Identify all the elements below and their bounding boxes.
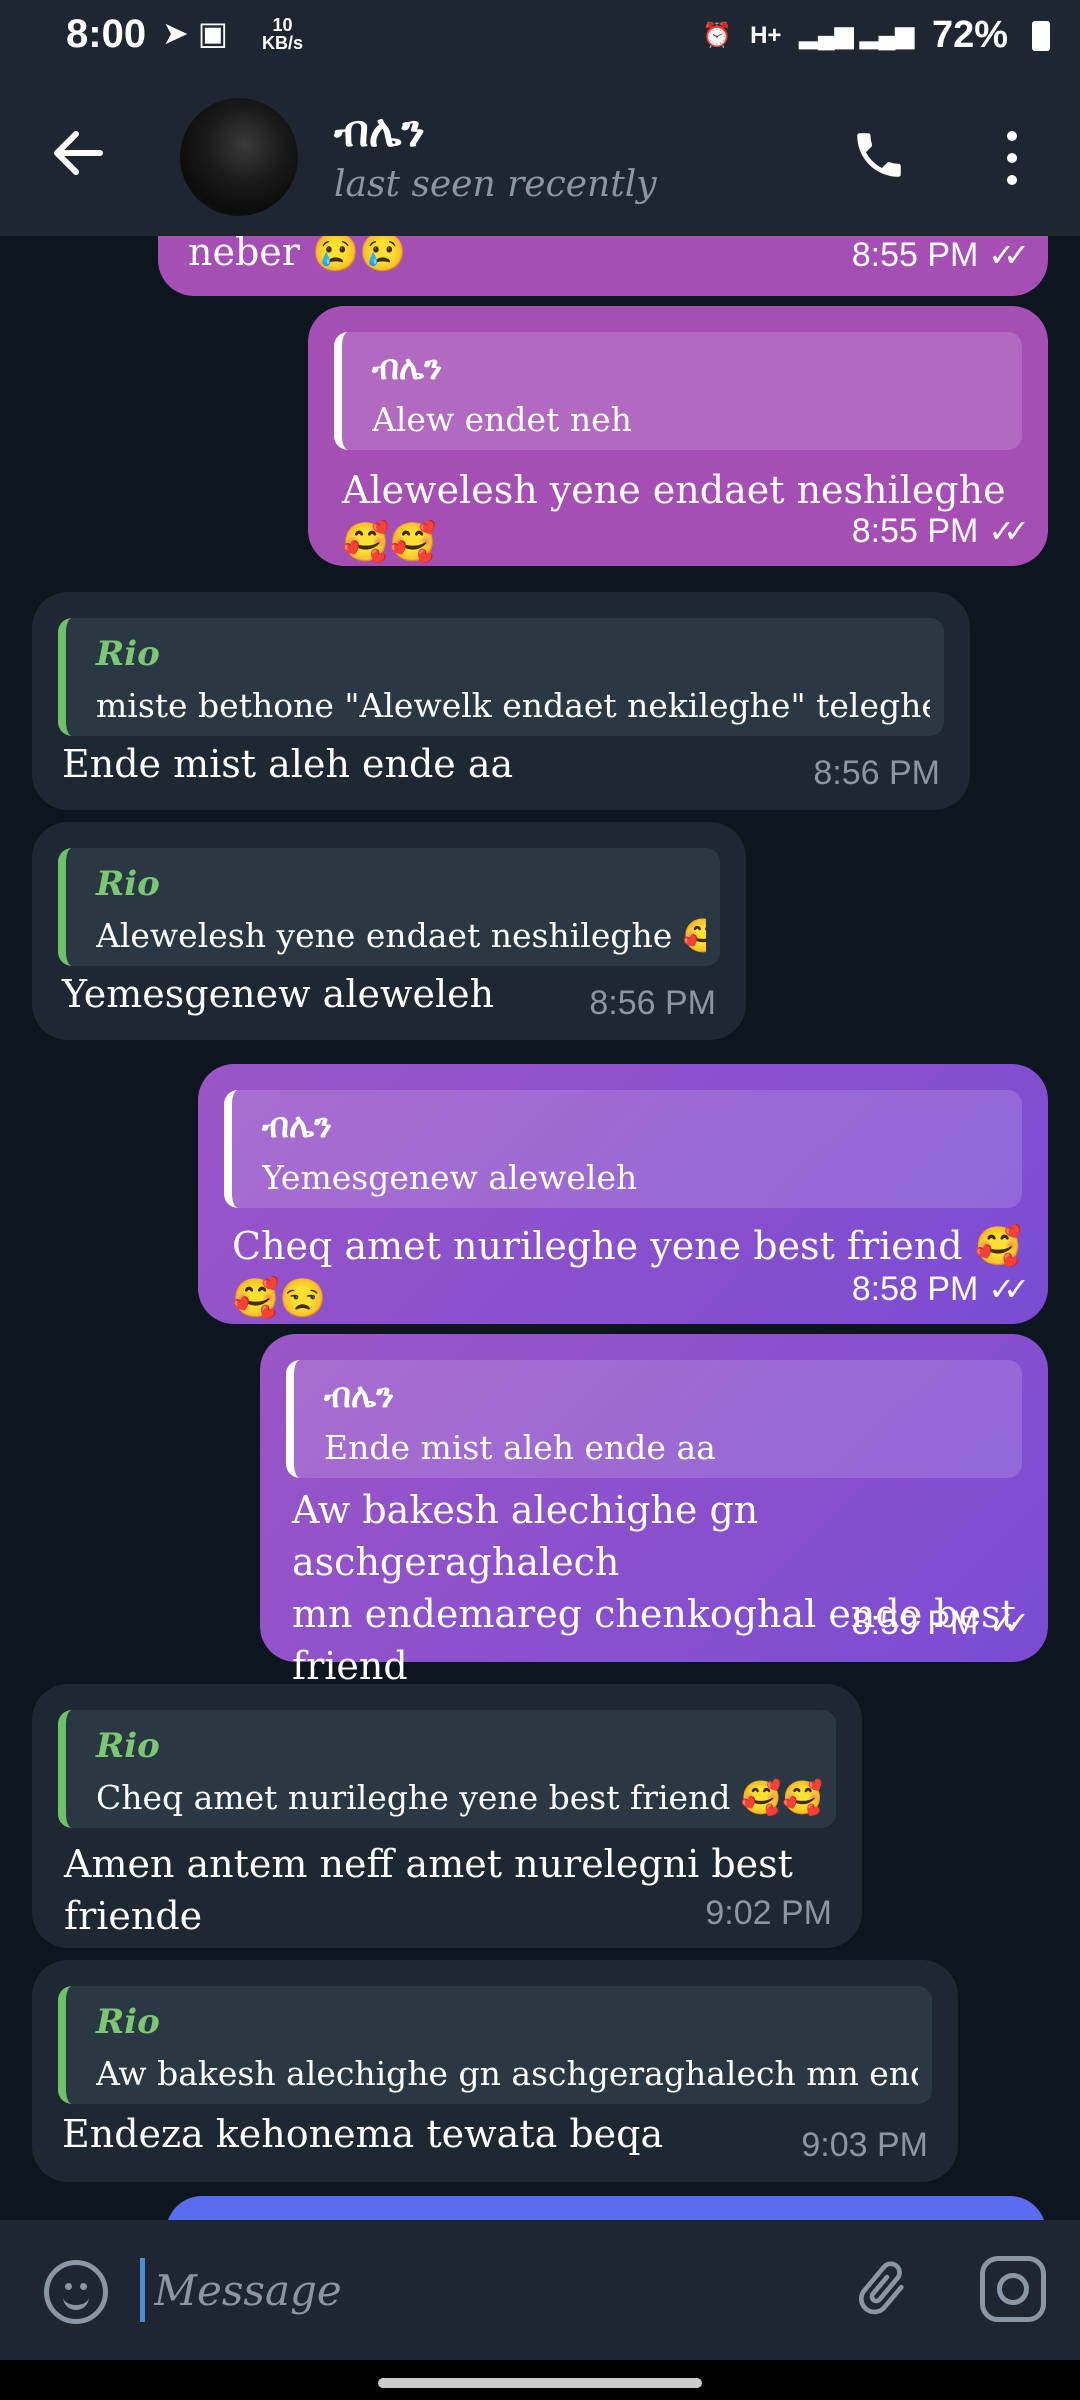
message-text: neber 😢😢 xyxy=(188,236,407,274)
text-cursor xyxy=(140,2258,145,2322)
more-options-icon[interactable] xyxy=(1002,130,1022,186)
quote-text: Aw bakesh alechighe gn aschgeraghalech m… xyxy=(96,2054,918,2093)
alarm-icon: ⏰ xyxy=(702,22,733,49)
quote-sender: Rio xyxy=(96,2002,160,2042)
read-ticks-icon: ✓✓ xyxy=(988,1271,1029,1307)
reply-quote[interactable]: Rio Aw bakesh alechighe gn aschgeraghale… xyxy=(58,1986,932,2104)
message-bubble-outgoing[interactable] xyxy=(166,2196,1046,2220)
reply-quote[interactable]: Rio Alewelesh yene endaet neshileghe 🥰🥰 xyxy=(58,848,720,966)
message-text: Ende mist aleh ende aa xyxy=(62,742,514,786)
speed-unit: KB/s xyxy=(262,33,304,53)
message-input[interactable] xyxy=(152,2254,806,2326)
emoji-icon[interactable] xyxy=(44,2260,108,2324)
reply-quote[interactable]: ብሌን Alew endet neh xyxy=(334,332,1022,450)
speed-value: 10 xyxy=(272,15,293,35)
quote-text: miste bethone "Alewelk endaet nekileghe"… xyxy=(96,686,930,725)
contact-name[interactable]: ብሌን xyxy=(334,106,425,157)
quote-text: Cheq amet nurileghe yene best friend 🥰🥰😒 xyxy=(96,1778,822,1817)
quote-text: Yemesgenew aleweleh xyxy=(262,1158,638,1197)
quote-sender: Rio xyxy=(96,634,160,674)
instagram-camera-icon[interactable] xyxy=(980,2256,1046,2322)
read-ticks-icon: ✓✓ xyxy=(988,513,1029,549)
quote-sender: ብሌን xyxy=(262,1106,333,1146)
message-time: 8:58 PM ✓✓ xyxy=(851,1270,1030,1309)
message-composer xyxy=(0,2220,1080,2360)
battery-icon xyxy=(1032,20,1050,51)
message-time: 8:59 PM ✓✓ xyxy=(851,1604,1030,1643)
home-gesture-pill[interactable] xyxy=(378,2378,702,2388)
message-bubble-incoming[interactable]: Rio Alewelesh yene endaet neshileghe 🥰🥰 … xyxy=(32,822,746,1040)
reply-quote[interactable]: ብሌን Ende mist aleh ende aa xyxy=(286,1360,1022,1478)
message-time: 8:56 PM xyxy=(813,754,940,792)
quote-sender: ብሌን xyxy=(324,1376,395,1416)
status-right: ⏰ H+ ▂▄▆ ▂▄▆ 72% xyxy=(702,14,1050,57)
message-time: 8:55 PM ✓✓ xyxy=(851,512,1030,551)
network-type: H+ xyxy=(750,21,782,49)
time-text: 8:55 PM xyxy=(851,512,979,550)
system-nav-bar xyxy=(0,2360,1080,2400)
message-bubble-incoming[interactable]: Rio Aw bakesh alechighe gn aschgeraghale… xyxy=(32,1960,958,2182)
reply-quote[interactable]: Rio miste bethone "Alewelk endaet nekile… xyxy=(58,618,944,736)
message-bubble-outgoing[interactable]: ብሌን Alew endet neh Alewelesh yene endaet… xyxy=(308,306,1048,566)
quote-text: Alew endet neh xyxy=(372,400,632,439)
message-bubble-incoming[interactable]: Rio miste bethone "Alewelk endaet nekile… xyxy=(32,592,970,810)
message-bubble-outgoing[interactable]: neber 😢😢 8:55 PM ✓✓ xyxy=(158,236,1048,296)
message-list[interactable]: neber 😢😢 8:55 PM ✓✓ ብሌን Alew endet neh Al… xyxy=(0,236,1080,2220)
quote-text: Ende mist aleh ende aa xyxy=(324,1428,716,1467)
message-time: 9:02 PM xyxy=(705,1894,832,1932)
message-text: Endeza kehonema tewata beqa xyxy=(62,2112,664,2156)
network-speed: 10 KB/s xyxy=(262,16,303,52)
last-seen-status: last seen recently xyxy=(334,164,657,205)
message-text: Yemesgenew aleweleh xyxy=(62,972,495,1016)
message-time: 8:55 PM ✓✓ xyxy=(851,236,1030,275)
quote-sender: Rio xyxy=(96,1726,160,1766)
avatar[interactable] xyxy=(180,98,298,216)
reply-quote[interactable]: ብሌን Yemesgenew aleweleh xyxy=(224,1090,1022,1208)
message-bubble-incoming[interactable]: Rio Cheq amet nurileghe yene best friend… xyxy=(32,1684,862,1948)
message-time: 9:03 PM xyxy=(801,2126,928,2164)
quote-sender: Rio xyxy=(96,864,160,904)
reply-quote[interactable]: Rio Cheq amet nurileghe yene best friend… xyxy=(58,1710,836,1828)
message-bubble-outgoing[interactable]: ብሌን Ende mist aleh ende aa Aw bakesh ale… xyxy=(260,1334,1048,1740)
time-text: 8:55 PM xyxy=(851,236,979,274)
phone-call-icon[interactable] xyxy=(850,126,908,184)
read-ticks-icon: ✓✓ xyxy=(988,237,1029,273)
back-arrow-icon[interactable] xyxy=(50,126,104,180)
quote-text: Alewelesh yene endaet neshileghe 🥰🥰 xyxy=(96,916,706,955)
status-bar: 8:00 ➤ ▣ 10 KB/s ⏰ H+ ▂▄▆ ▂▄▆ 72% xyxy=(0,0,1080,76)
chat-header: ብሌን last seen recently xyxy=(0,76,1080,236)
quote-sender: ብሌን xyxy=(372,348,443,388)
message-line: Aw bakesh alechighe gn aschgeraghalech xyxy=(292,1488,759,1584)
notification-icons: ➤ ▣ xyxy=(162,15,228,51)
message-bubble-outgoing[interactable]: ብሌን Yemesgenew aleweleh Cheq amet nurile… xyxy=(198,1064,1048,1324)
battery-percent: 72% xyxy=(931,14,1008,56)
attach-paperclip-icon[interactable] xyxy=(846,2256,916,2326)
signal-icon: ▂▄▆ ▂▄▆ xyxy=(799,22,914,49)
status-time: 8:00 xyxy=(66,12,147,56)
time-text: 8:59 PM xyxy=(851,1604,979,1642)
message-time: 8:56 PM xyxy=(589,984,716,1022)
read-ticks-icon: ✓✓ xyxy=(988,1605,1029,1641)
time-text: 8:58 PM xyxy=(851,1270,979,1308)
